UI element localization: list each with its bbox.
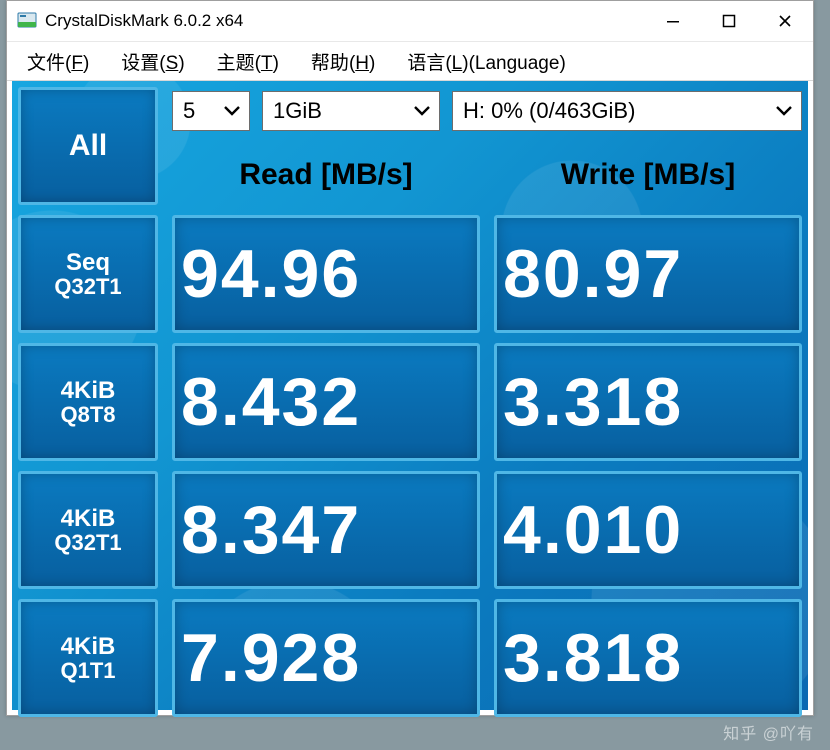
drive-select[interactable]: H: 0% (0/463GiB) [452,91,802,131]
result-write-0: 80.97 [494,215,802,333]
chevron-down-icon [223,105,241,117]
result-read-1: 8.432 [172,343,480,461]
chevron-down-icon [413,105,431,117]
test-count-select[interactable]: 5 [172,91,250,131]
menu-language[interactable]: 语言(L)(Language) [391,44,581,79]
run-seq-q32t1-button[interactable]: Seq Q32T1 [18,215,158,333]
result-write-2: 4.010 [494,471,802,589]
drive-value: H: 0% (0/463GiB) [463,98,635,124]
header-read: Read [MB/s] [172,145,480,205]
controls-row: 5 1GiB H: 0% (0/463GiB) [172,87,802,135]
close-button[interactable] [757,1,813,41]
result-read-2: 8.347 [172,471,480,589]
minimize-button[interactable] [645,1,701,41]
result-write-1: 3.318 [494,343,802,461]
run-all-label: All [69,130,107,162]
test-label-line2: Q32T1 [54,275,121,298]
menubar: 文件(F) 设置(S) 主题(T) 帮助(H) 语言(L)(Language) [7,42,813,81]
test-size-select[interactable]: 1GiB [262,91,440,131]
watermark: 知乎 @吖有 [723,720,814,744]
run-4k-q8t8-button[interactable]: 4KiB Q8T8 [18,343,158,461]
test-label-line2: Q32T1 [54,531,121,554]
test-label-line2: Q1T1 [60,659,115,682]
app-icon [17,11,37,31]
client-area: All 5 1GiB H: 0% (0/463GiB) [12,81,808,710]
test-size-value: 1GiB [273,98,322,124]
menu-file[interactable]: 文件(F) [11,44,105,79]
menu-help[interactable]: 帮助(H) [295,44,391,79]
test-label-line1: 4KiB [61,378,116,403]
run-4k-q1t1-button[interactable]: 4KiB Q1T1 [18,599,158,717]
result-grid: All 5 1GiB H: 0% (0/463GiB) [18,87,802,704]
result-read-0: 94.96 [172,215,480,333]
menu-settings[interactable]: 设置(S) [105,44,200,79]
result-write-3: 3.818 [494,599,802,717]
test-count-value: 5 [183,98,195,124]
menu-theme[interactable]: 主题(T) [201,44,295,79]
run-4k-q32t1-button[interactable]: 4KiB Q32T1 [18,471,158,589]
chevron-down-icon [775,105,793,117]
run-all-button[interactable]: All [18,87,158,205]
result-read-3: 7.928 [172,599,480,717]
header-write: Write [MB/s] [494,145,802,205]
window-title: CrystalDiskMark 6.0.2 x64 [45,11,645,31]
app-window: CrystalDiskMark 6.0.2 x64 文件(F) 设置(S) 主题… [6,0,814,716]
test-label-line1: 4KiB [61,506,116,531]
test-label-line1: Seq [66,250,110,275]
maximize-button[interactable] [701,1,757,41]
test-label-line1: 4KiB [61,634,116,659]
titlebar: CrystalDiskMark 6.0.2 x64 [7,1,813,42]
test-label-line2: Q8T8 [60,403,115,426]
